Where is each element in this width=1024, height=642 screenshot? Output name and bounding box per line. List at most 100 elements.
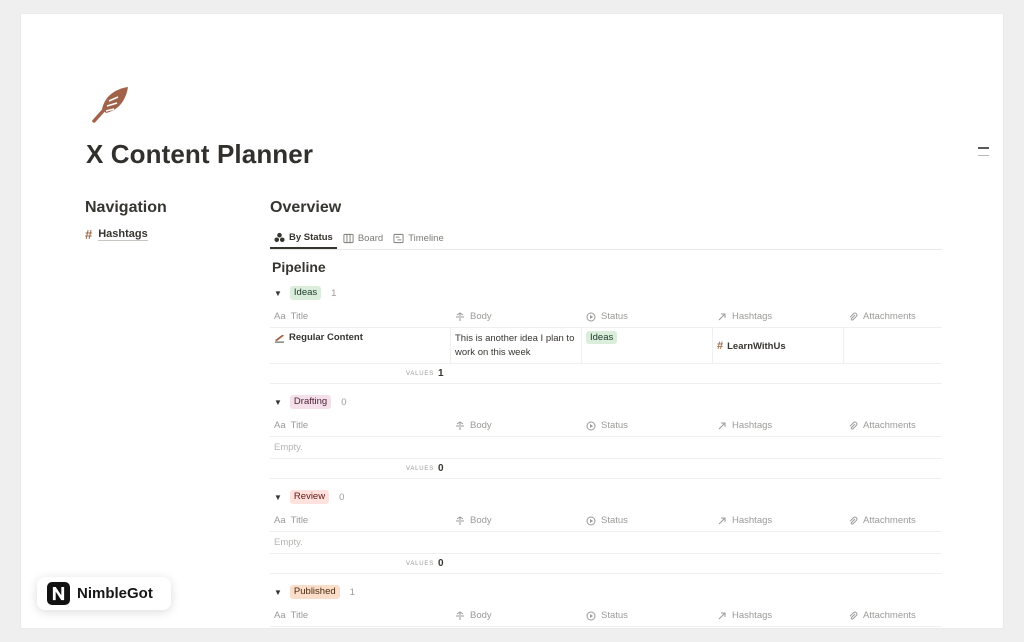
relation-arrow-icon bbox=[718, 422, 726, 429]
text-type-icon: Aa bbox=[274, 420, 286, 431]
navigation-heading: Navigation bbox=[85, 199, 167, 216]
column-header-row: Aa Title Body Status Hashtags Attachments bbox=[270, 510, 942, 532]
column-header-row: Aa Title Body Status Hashtags Attachments bbox=[270, 415, 942, 437]
tab-label: By Status bbox=[289, 232, 333, 243]
calc-value: 1 bbox=[438, 368, 444, 379]
status-icon bbox=[586, 611, 596, 620]
column-body[interactable]: Body bbox=[451, 306, 582, 327]
toc-toggle-icon[interactable] bbox=[978, 147, 989, 159]
caret-down-icon[interactable]: ▼ bbox=[274, 398, 282, 407]
column-status[interactable]: Status bbox=[582, 415, 713, 436]
column-title[interactable]: Aa Title bbox=[270, 306, 451, 327]
group-header[interactable]: ▼ Ideas 1 bbox=[270, 285, 942, 301]
overview-heading: Overview bbox=[270, 199, 342, 216]
paperclip-icon bbox=[849, 312, 858, 321]
body-icon bbox=[456, 610, 464, 620]
caret-down-icon[interactable]: ▼ bbox=[274, 588, 282, 597]
brand-name: NimbleGot bbox=[77, 585, 153, 602]
page-title: X Content Planner bbox=[86, 139, 314, 169]
timeline-icon bbox=[393, 233, 404, 244]
calculation-row[interactable]: VALUES 0 bbox=[270, 554, 942, 574]
column-header-row: Aa Title Body Status Hashtags Attachments bbox=[270, 306, 942, 328]
group-header[interactable]: ▼ Published 1 bbox=[270, 584, 942, 600]
status-tag: Published bbox=[289, 585, 340, 599]
column-body[interactable]: Body bbox=[451, 605, 582, 626]
relation-arrow-icon bbox=[718, 517, 726, 524]
group-header[interactable]: ▼ Review 0 bbox=[270, 489, 942, 505]
brand-badge[interactable]: NimbleGot bbox=[37, 577, 171, 610]
nav-item-label: Hashtags bbox=[98, 228, 148, 241]
status-tag: Ideas bbox=[586, 331, 618, 344]
column-attachments[interactable]: Attachments bbox=[844, 306, 942, 327]
column-attachments[interactable]: Attachments bbox=[844, 605, 942, 626]
body-icon bbox=[456, 515, 464, 525]
tab-label: Board bbox=[357, 233, 384, 244]
caret-down-icon[interactable]: ▼ bbox=[274, 289, 282, 298]
group-drafting: ▼ Drafting 0 Aa Title Body Status Hashtag… bbox=[270, 394, 942, 479]
hash-icon: # bbox=[717, 340, 724, 352]
cell-hashtags[interactable]: # LearnWithUs bbox=[713, 328, 844, 363]
column-status[interactable]: Status bbox=[582, 605, 713, 626]
body-icon bbox=[456, 420, 464, 430]
column-attachments[interactable]: Attachments bbox=[844, 415, 942, 436]
hash-icon: # bbox=[85, 227, 93, 242]
status-group-icon bbox=[274, 232, 285, 243]
column-hashtags[interactable]: Hashtags bbox=[713, 605, 844, 626]
brand-logo-icon bbox=[47, 582, 70, 605]
column-body[interactable]: Body bbox=[451, 415, 582, 436]
section-title: Pipeline bbox=[272, 259, 326, 275]
calculation-row[interactable]: VALUES 0 bbox=[270, 459, 942, 479]
calculation-row[interactable]: VALUES 1 bbox=[270, 627, 942, 628]
group-ideas: ▼ Ideas 1 Aa Title Body Status Hashtags A… bbox=[270, 285, 942, 384]
column-title[interactable]: Aa Title bbox=[270, 510, 451, 531]
tab-board[interactable]: Board bbox=[339, 233, 387, 249]
nav-item-hashtags[interactable]: # Hashtags bbox=[85, 227, 167, 242]
view-tabs: By Status Board Timeline bbox=[270, 225, 942, 250]
group-count: 1 bbox=[331, 287, 337, 299]
empty-placeholder[interactable]: Empty. bbox=[270, 437, 942, 459]
column-body[interactable]: Body bbox=[451, 510, 582, 531]
group-count: 1 bbox=[349, 586, 355, 598]
column-hashtags[interactable]: Hashtags bbox=[713, 306, 844, 327]
status-icon bbox=[586, 421, 596, 430]
column-status[interactable]: Status bbox=[582, 510, 713, 531]
column-title[interactable]: Aa Title bbox=[270, 415, 451, 436]
cell-attachments[interactable] bbox=[844, 328, 942, 363]
page: X Content Planner Navigation # Hashtags … bbox=[21, 14, 1003, 628]
paperclip-icon bbox=[849, 421, 858, 430]
text-type-icon: Aa bbox=[274, 515, 286, 526]
group-count: 0 bbox=[341, 396, 347, 408]
group-published: ▼ Published 1 Aa Title Body Status Hashta… bbox=[270, 584, 942, 628]
relation-arrow-icon bbox=[718, 612, 726, 619]
paperclip-icon bbox=[849, 611, 858, 620]
tab-timeline[interactable]: Timeline bbox=[389, 233, 448, 249]
cell-body[interactable]: This is another idea I plan to work on t… bbox=[451, 328, 582, 363]
empty-placeholder[interactable]: Empty. bbox=[270, 532, 942, 554]
column-attachments[interactable]: Attachments bbox=[844, 510, 942, 531]
column-title[interactable]: Aa Title bbox=[270, 605, 451, 626]
status-tag: Drafting bbox=[289, 395, 332, 409]
table-row[interactable]: Regular Content This is another idea I p… bbox=[270, 328, 942, 364]
overview-database: Overview By Status Board Timeline Pipeli… bbox=[270, 199, 942, 628]
group-header[interactable]: ▼ Drafting 0 bbox=[270, 394, 942, 410]
navigation-section: Navigation # Hashtags bbox=[85, 199, 167, 242]
cell-title[interactable]: Regular Content bbox=[270, 328, 451, 363]
status-icon bbox=[586, 312, 596, 321]
column-status[interactable]: Status bbox=[582, 306, 713, 327]
board-icon bbox=[343, 233, 354, 244]
cell-status[interactable]: Ideas bbox=[582, 328, 713, 363]
status-icon bbox=[586, 516, 596, 525]
group-review: ▼ Review 0 Aa Title Body Status Hashtags … bbox=[270, 489, 942, 574]
calculation-row[interactable]: VALUES 1 bbox=[270, 364, 942, 384]
quill-feather-icon[interactable] bbox=[89, 83, 133, 127]
column-hashtags[interactable]: Hashtags bbox=[713, 510, 844, 531]
relation-arrow-icon bbox=[718, 313, 726, 320]
paperclip-icon bbox=[849, 516, 858, 525]
text-type-icon: Aa bbox=[274, 610, 286, 621]
column-hashtags[interactable]: Hashtags bbox=[713, 415, 844, 436]
status-tag: Review bbox=[289, 490, 330, 504]
tab-by-status[interactable]: By Status bbox=[270, 232, 337, 249]
calc-label: VALUES bbox=[406, 465, 435, 472]
body-icon bbox=[456, 311, 464, 321]
caret-down-icon[interactable]: ▼ bbox=[274, 493, 282, 502]
